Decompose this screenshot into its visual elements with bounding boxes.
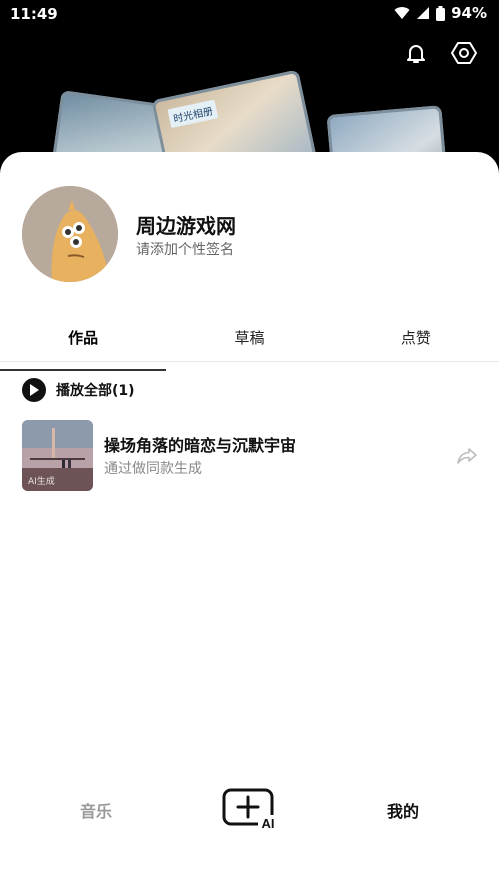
settings-hexagon-icon xyxy=(451,42,477,64)
ai-create-icon: AI xyxy=(222,788,278,831)
create-ai-button[interactable]: AI xyxy=(222,788,278,831)
tab-drafts[interactable]: 草稿 xyxy=(166,324,332,361)
song-cover: AI生成 xyxy=(22,420,93,491)
signature-placeholder[interactable]: 请添加个性签名 xyxy=(136,239,234,259)
share-icon xyxy=(457,448,477,464)
song-item[interactable]: AI生成 操场角落的暗恋与沉默宇宙 通过做同款生成 xyxy=(22,420,482,492)
avatar-character-icon xyxy=(22,186,118,282)
play-all-button[interactable]: 播放全部(1) xyxy=(22,378,135,402)
status-bar: 11:49 94% xyxy=(0,0,499,28)
song-subtitle: 通过做同款生成 xyxy=(104,461,202,477)
share-button[interactable] xyxy=(456,445,478,467)
content-tabs: 作品 草稿 点赞 xyxy=(0,324,499,371)
battery-percentage: 94% xyxy=(451,4,487,22)
header-actions xyxy=(403,40,477,66)
bell-icon xyxy=(407,45,425,63)
nav-music[interactable]: 音乐 xyxy=(80,798,112,822)
status-indicators: 94% xyxy=(394,4,487,22)
cellular-signal-icon xyxy=(417,7,430,19)
avatar[interactable] xyxy=(22,186,118,282)
status-time: 11:49 xyxy=(10,5,58,23)
play-all-label: 播放全部(1) xyxy=(56,383,135,399)
album-card-tag: 时光相册 xyxy=(167,99,219,129)
battery-icon xyxy=(436,5,446,21)
song-title: 操场角落的暗恋与沉默宇宙 xyxy=(104,436,297,455)
profile-name: 周边游戏网 xyxy=(136,214,236,238)
notification-button[interactable] xyxy=(403,40,429,66)
profile-sheet: 周边游戏网 请添加个性签名 作品 草稿 点赞 播放全部(1) AI生成 操场角落… xyxy=(0,152,499,887)
cover-badge: AI生成 xyxy=(28,477,55,487)
bottom-navigation: 音乐 AI 我的 xyxy=(0,780,499,840)
nav-mine[interactable]: 我的 xyxy=(387,798,419,822)
ai-badge-text: AI xyxy=(262,816,275,830)
wifi-icon xyxy=(394,7,410,20)
settings-button[interactable] xyxy=(451,40,477,66)
tab-likes[interactable]: 点赞 xyxy=(333,324,499,361)
play-icon xyxy=(22,378,46,402)
tab-works[interactable]: 作品 xyxy=(0,324,167,371)
